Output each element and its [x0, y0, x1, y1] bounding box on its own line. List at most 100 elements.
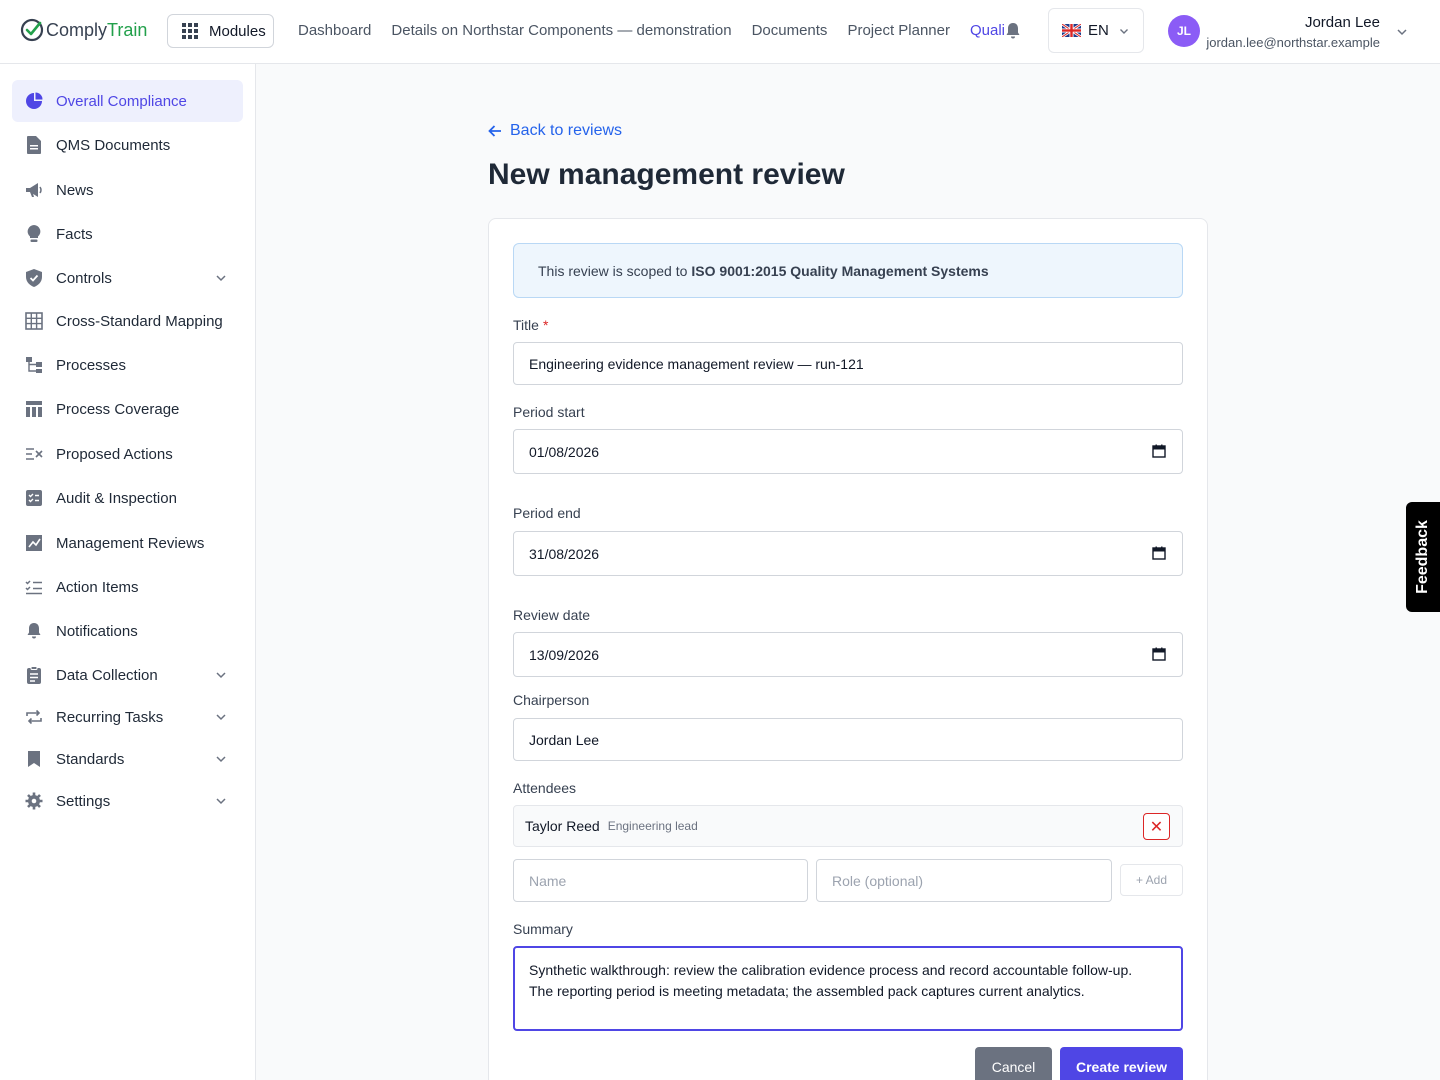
sidebar-item-action-items[interactable]: Action Items — [12, 566, 243, 608]
sidebar-item-label: Recurring Tasks — [56, 708, 164, 726]
sidebar-item-qms-documents[interactable]: QMS Documents — [12, 124, 243, 166]
sidebar-item-label: Audit & Inspection — [56, 489, 177, 507]
scope-standard: ISO 9001:2015 Quality Management Systems — [691, 262, 989, 279]
columns-icon — [24, 399, 44, 419]
calendar-icon[interactable] — [1152, 444, 1166, 458]
sidebar-item-label: Processes — [56, 356, 127, 374]
lightbulb-icon — [24, 224, 44, 244]
pie-chart-icon — [24, 91, 44, 111]
back-to-reviews-link[interactable]: Back to reviews — [488, 122, 622, 140]
list-x-icon — [24, 444, 44, 464]
sidebar-item-audit-inspection[interactable]: Audit & Inspection — [12, 477, 243, 519]
period-start-input[interactable]: 01/08/2026 — [513, 429, 1183, 474]
nav-quality[interactable]: Quali — [970, 22, 1005, 39]
scope-prefix: This review is scoped to — [538, 262, 688, 279]
calendar-icon[interactable] — [1152, 546, 1166, 560]
sidebar-item-proposed-actions[interactable]: Proposed Actions — [12, 433, 243, 475]
logo-text-main: Comply — [46, 19, 108, 40]
chevron-down-icon[interactable] — [215, 711, 227, 723]
chart-edit-icon — [24, 533, 44, 553]
chevron-down-icon — [1119, 28, 1128, 34]
attendee-row: Taylor Reed Engineering lead ✕ — [513, 805, 1183, 847]
repeat-icon — [24, 707, 44, 727]
shield-icon — [24, 268, 44, 288]
review-date-value: 13/09/2026 — [529, 646, 600, 663]
attendees-label: Attendees — [513, 780, 577, 796]
sidebar-item-standards[interactable]: Standards — [12, 738, 243, 780]
sidebar-item-settings[interactable]: Settings — [12, 780, 243, 822]
arrow-left-icon — [488, 125, 501, 137]
app-logo[interactable]: Comply Train — [20, 18, 147, 42]
gear-icon — [24, 791, 44, 811]
calendar-icon[interactable] — [1152, 647, 1166, 661]
apps-grid-icon — [182, 23, 198, 39]
create-review-button[interactable]: Create review — [1060, 1047, 1183, 1080]
language-selector[interactable]: EN — [1048, 8, 1144, 53]
sidebar-item-label: Standards — [56, 750, 125, 768]
sidebar: Overall Compliance QMS Documents News Fa… — [0, 64, 256, 1080]
sidebar-item-label: Cross-Standard Mapping — [56, 312, 223, 330]
sidebar-item-management-reviews[interactable]: Management Reviews — [12, 522, 243, 564]
sidebar-item-notifications[interactable]: Notifications — [12, 610, 243, 652]
clipboard-icon — [24, 488, 44, 508]
sidebar-item-processes[interactable]: Processes — [12, 344, 243, 386]
page-title: New management review — [488, 158, 845, 191]
chevron-down-icon[interactable] — [215, 795, 227, 807]
notification-bell-icon[interactable] — [1005, 22, 1021, 40]
add-attendee-button[interactable]: + Add — [1120, 864, 1183, 896]
chevron-down-icon[interactable] — [215, 669, 227, 681]
sidebar-item-label: Proposed Actions — [56, 445, 173, 463]
period-start-value: 01/08/2026 — [529, 443, 600, 460]
review-date-input[interactable]: 13/09/2026 — [513, 632, 1183, 677]
sidebar-item-label: Action Items — [56, 578, 139, 596]
document-icon — [24, 135, 44, 155]
sidebar-item-label: Management Reviews — [56, 534, 205, 552]
cancel-button[interactable]: Cancel — [975, 1047, 1052, 1080]
title-input-value: Engineering evidence management review —… — [529, 355, 864, 372]
sidebar-item-process-coverage[interactable]: Process Coverage — [12, 388, 243, 430]
avatar[interactable]: JL — [1168, 15, 1200, 47]
summary-label: Summary — [513, 921, 573, 937]
clipboard-list-icon — [24, 665, 44, 685]
title-input[interactable]: Engineering evidence management review —… — [513, 342, 1183, 385]
nav-documents[interactable]: Documents — [752, 22, 828, 39]
attendee-role: Engineering lead — [607, 819, 698, 833]
remove-attendee-button[interactable]: ✕ — [1143, 813, 1170, 840]
sidebar-item-label: Overall Compliance — [56, 92, 187, 110]
sidebar-item-news[interactable]: News — [12, 169, 243, 211]
period-end-input[interactable]: 31/08/2026 — [513, 531, 1183, 576]
attendee-role-input[interactable]: Role (optional) — [816, 859, 1112, 902]
user-email: jordan.lee@northstar.example — [1206, 35, 1380, 50]
sidebar-item-cross-standard-mapping[interactable]: Cross-Standard Mapping — [12, 300, 243, 342]
sidebar-item-data-collection[interactable]: Data Collection — [12, 654, 243, 696]
modules-label: Modules — [209, 22, 266, 40]
summary-textarea[interactable]: Synthetic walkthrough: review the calibr… — [513, 946, 1183, 1031]
chevron-down-icon[interactable] — [215, 272, 227, 284]
sidebar-item-overall-compliance[interactable]: Overall Compliance — [12, 80, 243, 122]
back-label: Back to reviews — [510, 122, 623, 139]
nav-dashboard[interactable]: Dashboard — [298, 22, 371, 39]
scope-info-banner: This review is scoped to ISO 9001:2015 Q… — [513, 243, 1183, 298]
nav-project-details[interactable]: Details on Northstar Components — demons… — [391, 22, 731, 39]
sidebar-item-facts[interactable]: Facts — [12, 213, 243, 255]
period-end-label: Period end — [513, 505, 581, 521]
sidebar-item-controls[interactable]: Controls — [12, 257, 243, 299]
chevron-down-icon[interactable] — [215, 753, 227, 765]
chairperson-label: Chairperson — [513, 692, 590, 708]
attendee-name-input[interactable]: Name — [513, 859, 808, 902]
feedback-tab[interactable]: Feedback — [1406, 502, 1440, 612]
sidebar-item-label: News — [56, 181, 94, 199]
sidebar-item-label: Notifications — [56, 622, 138, 640]
uk-flag-icon — [1062, 24, 1081, 37]
feedback-label: Feedback — [1414, 520, 1431, 594]
close-icon: ✕ — [1149, 818, 1164, 836]
hierarchy-icon — [24, 355, 44, 375]
nav-project-planner[interactable]: Project Planner — [847, 22, 950, 39]
sidebar-item-label: Controls — [56, 269, 112, 287]
modules-button[interactable]: Modules — [167, 14, 274, 48]
chairperson-input[interactable]: Jordan Lee — [513, 718, 1183, 761]
sidebar-item-recurring-tasks[interactable]: Recurring Tasks — [12, 696, 243, 738]
user-menu-chevron-icon[interactable] — [1396, 26, 1408, 38]
table-grid-icon — [24, 311, 44, 331]
sidebar-item-label: Process Coverage — [56, 400, 180, 418]
